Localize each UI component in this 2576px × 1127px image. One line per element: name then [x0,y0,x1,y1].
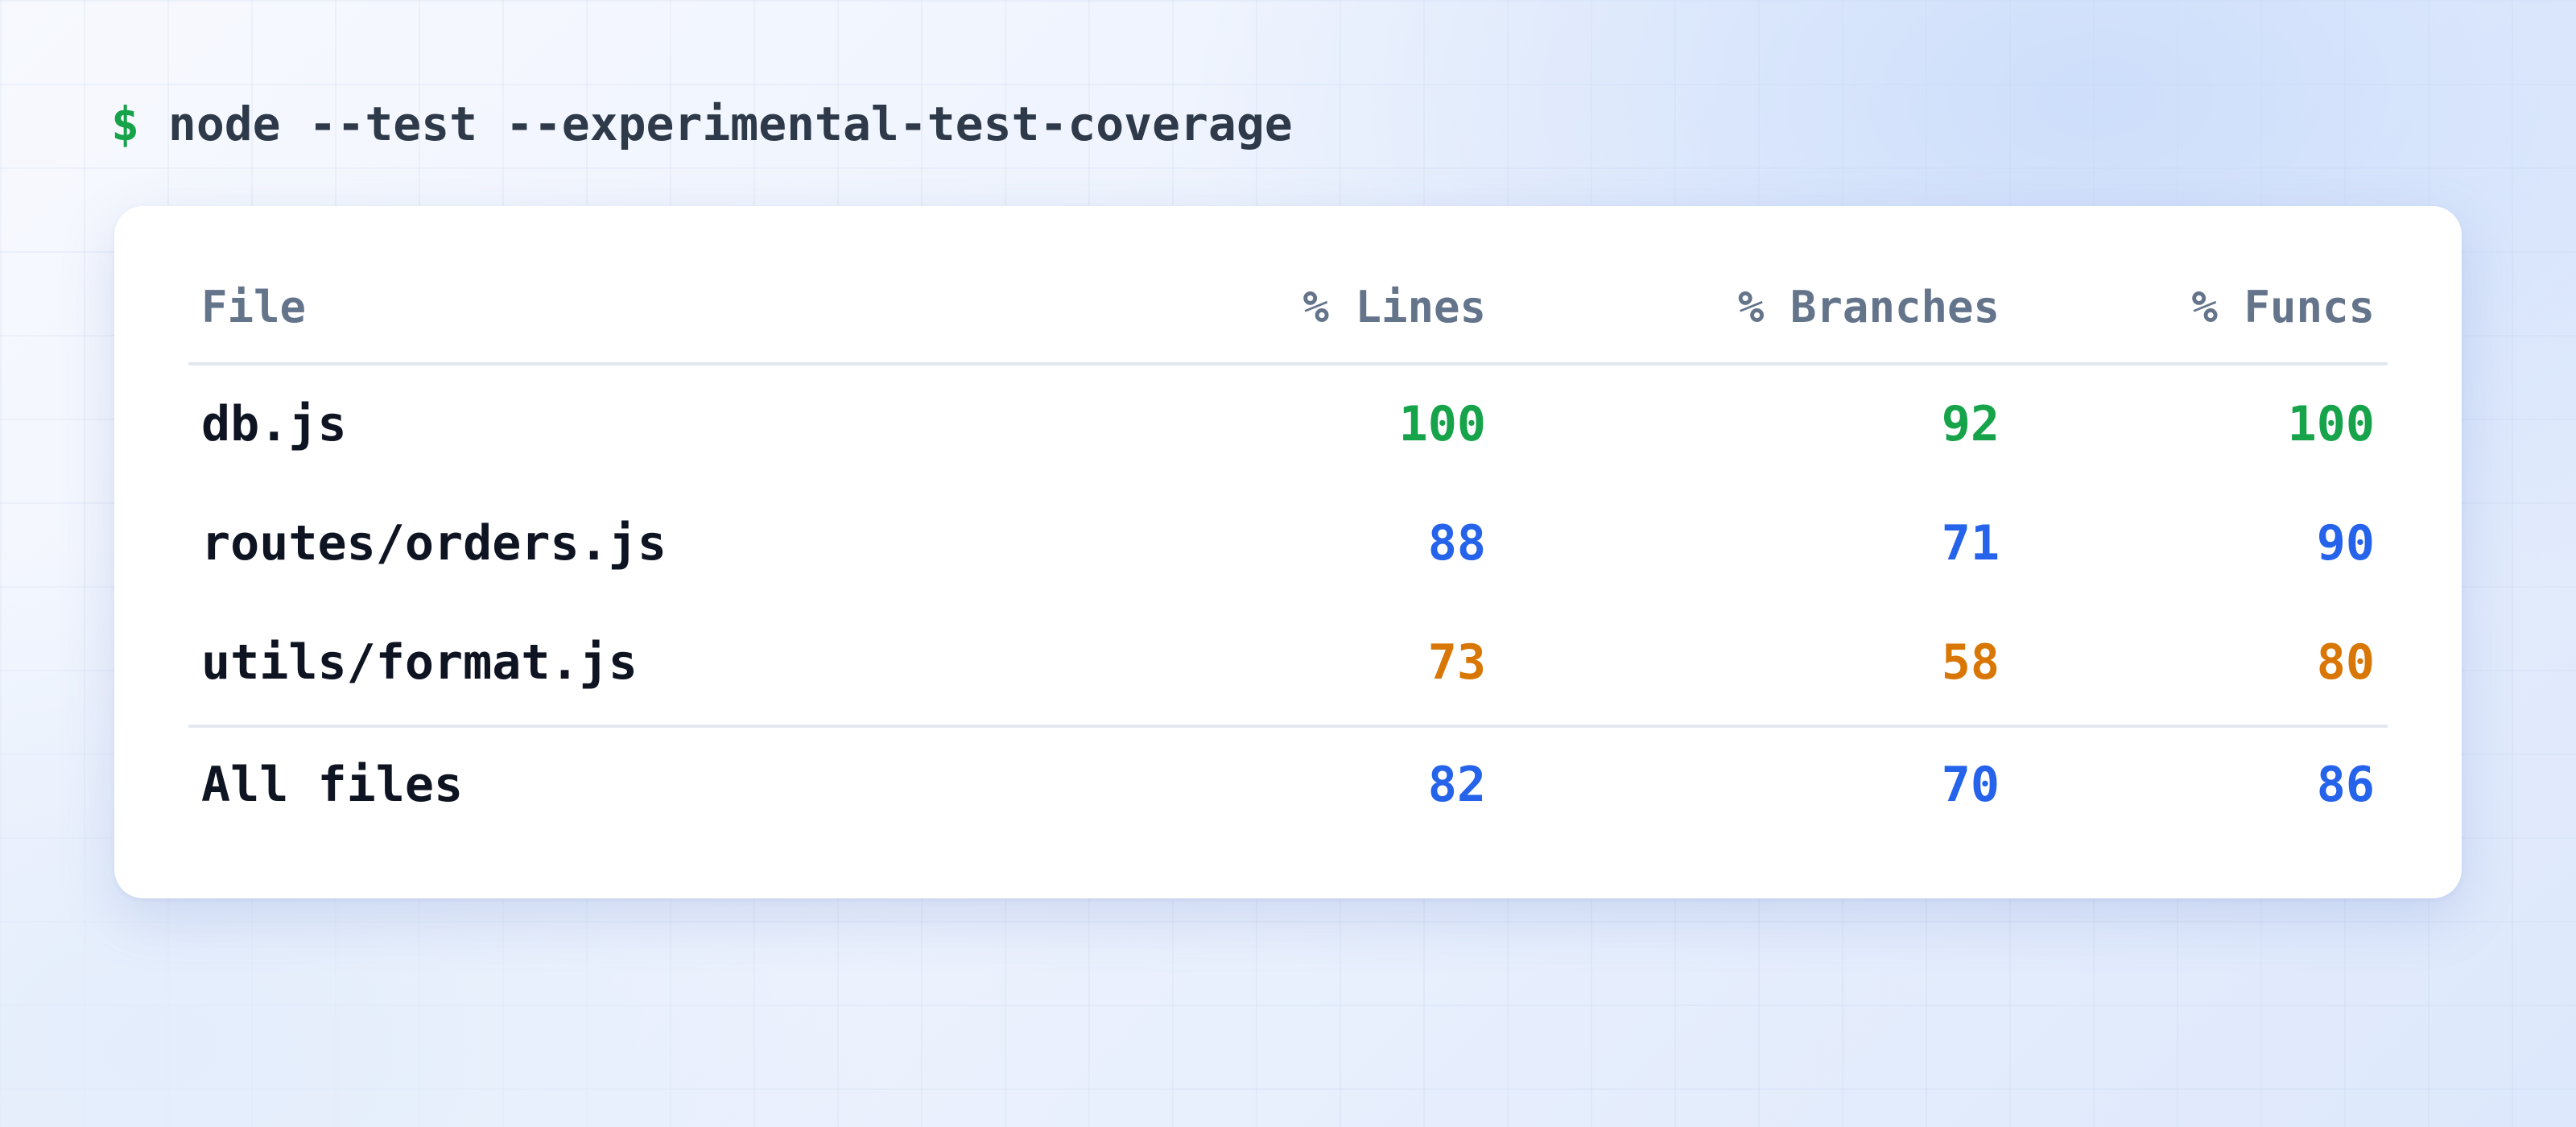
total-divider [188,724,2388,728]
table-header-row: File % Lines % Branches % Funcs [188,254,2388,359]
total-lines-value: 82 [1427,757,1486,813]
lines-value: 88 [1427,515,1486,572]
header-file: File [201,281,307,332]
header-branches: % Branches [1737,281,2000,332]
lines-value: 73 [1427,634,1486,691]
funcs-value: 80 [2316,634,2375,691]
branches-value: 92 [1941,396,2000,452]
total-row: All files 82 70 86 [188,733,2388,837]
branches-value: 71 [1941,515,2000,572]
table-row: utils/format.js 73 58 80 [188,610,2388,715]
header-lines: % Lines [1302,281,1486,332]
file-name: utils/format.js [201,634,638,691]
header-divider [188,362,2388,365]
file-name: db.js [201,396,347,452]
branches-value: 58 [1941,634,2000,691]
command-text: node --test --experimental-test-coverage [167,97,1293,151]
total-label: All files [201,757,464,813]
funcs-value: 90 [2316,515,2375,572]
total-branches-value: 70 [1941,757,2000,813]
file-name: routes/orders.js [201,515,667,572]
total-funcs-value: 86 [2316,757,2375,813]
table-row: db.js 100 92 100 [188,372,2388,477]
coverage-report-card: File % Lines % Branches % Funcs db.js 10… [114,206,2462,898]
funcs-value: 100 [2287,396,2375,452]
prompt-symbol: $ [111,97,139,151]
lines-value: 100 [1398,396,1486,452]
table-row: routes/orders.js 88 71 90 [188,491,2388,596]
header-funcs: % Funcs [2191,281,2375,332]
terminal-command-line: $ node --test --experimental-test-covera… [111,92,1293,156]
